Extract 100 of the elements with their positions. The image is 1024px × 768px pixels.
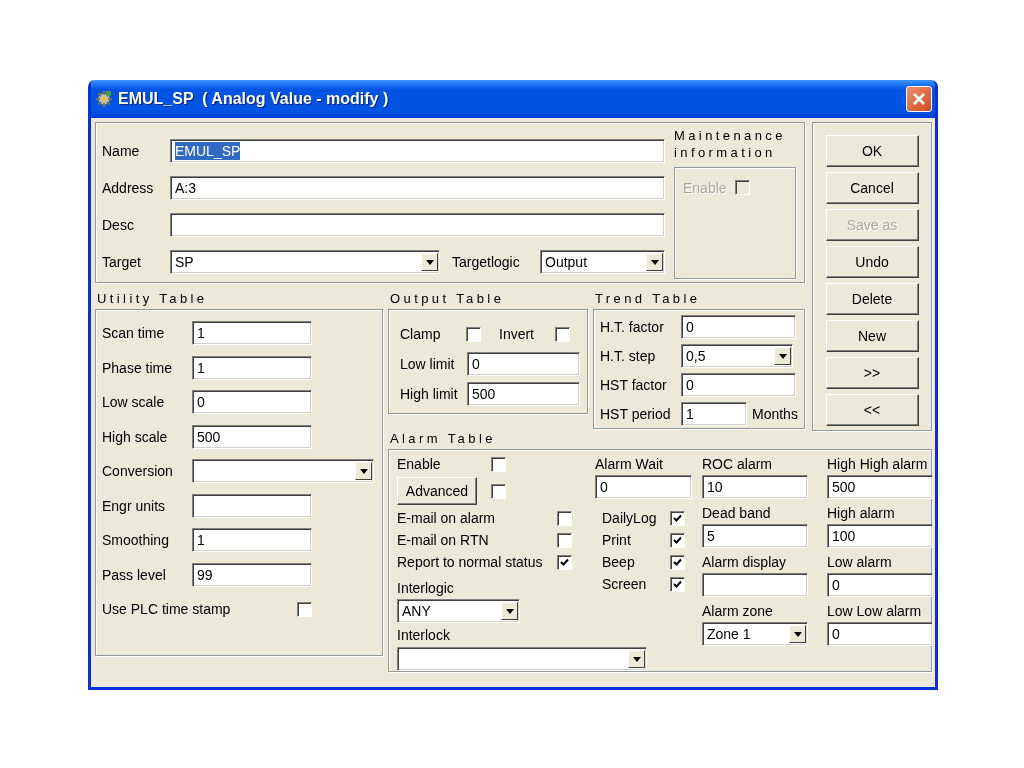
field-label: Conversion [102,463,174,480]
text-field[interactable] [170,213,665,237]
text-field[interactable]: 0 [595,475,692,499]
field-label: Enable [683,180,727,196]
field-label: E-mail on RTN [397,532,490,548]
text-field[interactable]: 0 [192,390,312,415]
dropdown[interactable] [397,647,647,671]
field-label: ROC alarm [702,455,773,474]
field-label: Clamp [400,326,442,342]
field-label: Beep [602,554,636,570]
field-label: Target [102,254,142,270]
field-label: High alarm [827,504,896,523]
field-label: Use PLC time stamp [102,601,232,618]
text-field[interactable]: 500 [467,382,580,406]
checkbox[interactable] [491,456,506,472]
window-title: EMUL_SP ( Analog Value - modify ) [118,90,390,108]
field-label: Interlogic [397,579,455,598]
checkbox[interactable] [555,326,570,342]
group-title: Maintenance information [674,127,787,161]
field-label: H.T. factor [600,319,665,335]
text-field[interactable]: 500 [192,424,312,449]
caret-icon [632,656,641,662]
text-field[interactable]: 1 [192,321,312,346]
field-label: Smoothing [102,532,170,549]
text-field[interactable]: 100 [827,524,933,548]
dropdown[interactable]: ANY [397,599,520,623]
text-field[interactable]: 0 [681,373,796,397]
text-field[interactable] [702,573,808,597]
check-icon [673,579,682,589]
field-label: High limit [400,386,459,402]
field-label: Low limit [400,356,456,372]
text-field[interactable]: 1 [681,402,747,426]
text-field[interactable]: EMUL_SP [170,139,665,163]
text-field[interactable]: 5 [702,524,808,548]
dialog-button[interactable]: Delete [825,283,919,315]
text-field[interactable]: 1 [192,355,312,380]
dialog-button[interactable]: Cancel [825,172,919,204]
field-label: HST factor [600,377,668,393]
field-label: E-mail on alarm [397,510,497,526]
dialog-button[interactable]: >> [825,357,919,389]
dropdown[interactable]: 0,5 [681,344,793,368]
text-field[interactable]: 500 [827,475,933,499]
dialog-button[interactable]: OK [825,135,919,167]
text-field[interactable]: 0 [827,622,933,646]
checkbox[interactable] [557,510,572,526]
checkbox[interactable] [670,576,685,592]
text-field[interactable]: 99 [192,562,312,587]
text-field[interactable]: 0 [681,315,796,339]
field-label: High High alarm [827,455,929,474]
field-label: HST period [600,406,672,422]
dialog-button[interactable]: << [825,394,919,426]
dropdown[interactable]: Output [540,250,665,274]
field-label: High scale [102,428,169,445]
checkbox[interactable] [670,554,685,570]
text-field[interactable]: 1 [192,528,312,553]
text-field[interactable] [192,493,312,518]
group-title: Utility Table [96,291,208,307]
caret-icon [505,608,514,614]
field-label: H.T. step [600,348,657,364]
field-label: Scan time [102,325,166,342]
checkbox[interactable] [297,601,312,617]
field-label: Phase time [102,359,174,376]
check-icon [673,557,682,567]
close-button[interactable] [906,86,932,112]
field-label: Interlock [397,626,451,645]
checkbox[interactable] [491,483,506,499]
field-label: Address [102,180,155,196]
advanced-button[interactable]: Advanced [397,477,477,505]
field-label: Print [602,532,632,548]
field-label: Name [102,143,141,159]
field-label: Targetlogic [452,254,521,270]
dropdown[interactable]: Zone 1 [702,622,808,646]
text-field[interactable]: A:3 [170,176,665,200]
gear-icon [95,90,113,108]
check-icon [673,513,682,523]
field-label: Low scale [102,394,166,411]
caret-icon [793,631,802,637]
field-label: Low Low alarm [827,602,923,621]
caret-icon [778,353,787,359]
dialog-button[interactable]: New [825,320,919,352]
field-label: Invert [499,326,535,342]
field-label: Alarm Wait [595,455,664,474]
checkbox[interactable] [670,510,685,526]
checkbox[interactable] [670,532,685,548]
text-field[interactable]: 0 [827,573,933,597]
field-label: DailyLog [602,510,658,526]
dropdown[interactable]: SP [170,250,440,274]
field-label: Engr units [102,497,167,514]
check-icon [560,557,569,567]
unit-label: Months [752,406,798,422]
checkbox[interactable] [557,532,572,548]
text-field[interactable]: 0 [467,352,580,376]
dialog-button[interactable]: Undo [825,246,919,278]
group-title: Output Table [389,291,505,307]
checkbox[interactable] [557,554,572,570]
check-icon [673,535,682,545]
checkbox[interactable] [466,326,481,342]
field-label: Report to normal status [397,554,544,570]
text-field[interactable]: 10 [702,475,808,499]
dropdown[interactable] [192,459,374,484]
